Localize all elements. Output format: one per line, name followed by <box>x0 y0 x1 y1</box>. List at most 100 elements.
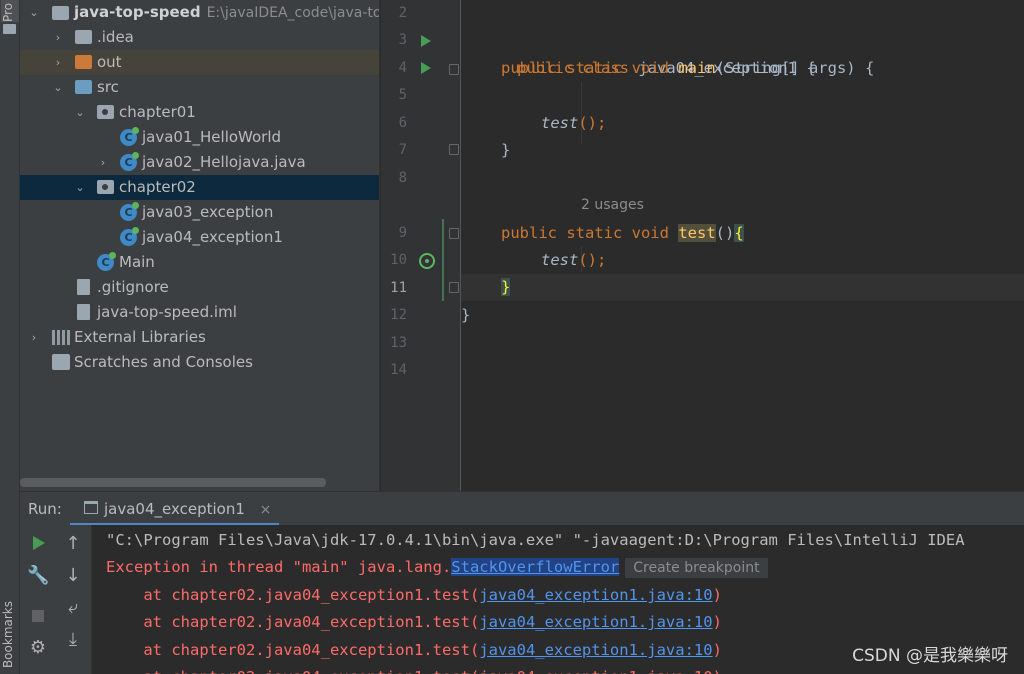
chevron-down-icon[interactable]: ⌄ <box>52 75 64 100</box>
code-line-4: public static void main(String[] args) { <box>461 55 1024 82</box>
package-icon <box>97 180 114 194</box>
chevron-right-icon[interactable]: › <box>28 325 40 350</box>
tree-item-label: src <box>97 78 119 96</box>
stack-trace-line: at chapter02.java04_exception1.test(java… <box>106 609 722 636</box>
tree-item-iml[interactable]: java-top-speed.iml <box>20 300 379 325</box>
method-call: test <box>541 251 579 269</box>
fold-icon[interactable] <box>449 144 459 155</box>
stack-trace-text: at chapter02.java04_exception1.test( <box>106 586 480 604</box>
tree-item-root[interactable]: ⌄ java-top-speed E:\javaIDEA_code\java-to… <box>20 0 379 25</box>
run-tab-label: java04_exception1 <box>104 500 245 518</box>
arrow-up-icon[interactable]: ↑ <box>62 533 84 555</box>
java-class-icon <box>120 127 139 146</box>
bookmarks-tool-tab[interactable]: Bookmarks <box>1 601 15 668</box>
recursive-call-icon[interactable] <box>419 253 435 269</box>
tree-item-gitignore[interactable]: .gitignore <box>20 275 379 300</box>
tree-item-label: java01_HelloWorld <box>142 128 282 146</box>
fold-icon[interactable] <box>449 282 459 293</box>
code-line-11-current: } <box>461 274 1024 301</box>
code-text: (); <box>578 251 607 269</box>
source-link[interactable]: java04_exception1.java:10 <box>479 586 712 604</box>
package-icon <box>97 105 114 119</box>
code-line-3: public class java04_exception1 { <box>461 28 1024 77</box>
line-number: 4 <box>398 60 407 76</box>
scroll-to-end-icon[interactable]: ⤓ <box>62 629 84 651</box>
tree-item-src[interactable]: ⌄ src <box>20 75 379 100</box>
arrow-down-icon[interactable]: ↓ <box>62 565 84 587</box>
tree-item-java03[interactable]: java03_exception <box>20 200 379 225</box>
fold-icon[interactable] <box>449 64 459 75</box>
wrench-icon[interactable]: 🔧 <box>27 565 49 587</box>
code-editor[interactable]: 2 3 4 5 6 7 8 9 10 11 12 13 14 public cl… <box>381 0 1024 491</box>
project-folder-icon[interactable] <box>3 24 16 34</box>
editor-gutter[interactable]: 2 3 4 5 6 7 8 9 10 11 12 13 14 <box>381 0 461 491</box>
bug-icon[interactable]: ⚙ <box>27 637 49 659</box>
code-line-9: public static void test(){ <box>461 220 1024 247</box>
tree-item-java01[interactable]: java01_HelloWorld <box>20 125 379 150</box>
code-text: } <box>461 306 471 324</box>
chevron-right-icon[interactable]: › <box>97 150 109 175</box>
chevron-down-icon[interactable]: ⌄ <box>74 175 86 200</box>
create-breakpoint-hint[interactable]: Create breakpoint <box>625 558 768 578</box>
usages-hint[interactable]: 2 usages <box>581 197 644 213</box>
run-main-icon[interactable] <box>421 62 431 74</box>
keyword: public static void <box>501 59 669 77</box>
tree-item-scratches[interactable]: Scratches and Consoles <box>20 350 379 375</box>
run-tab[interactable]: java04_exception1 × <box>70 492 280 526</box>
chevron-down-icon[interactable]: ⌄ <box>74 100 86 125</box>
tree-item-external-libraries[interactable]: › External Libraries <box>20 325 379 350</box>
tree-item-chapter01[interactable]: ⌄ chapter01 <box>20 100 379 125</box>
stack-trace-text: at chapter02.java04_exception1.test( <box>106 613 480 631</box>
code-text: } <box>501 141 511 159</box>
code-area[interactable]: public class java04_exception1 { public … <box>461 0 1024 491</box>
line-number: 2 <box>398 5 407 21</box>
stack-trace-line: at chapter02.java04_exception1.test(java… <box>106 582 722 609</box>
folder-icon <box>52 6 69 20</box>
exception-class-link[interactable]: StackOverflowError <box>451 558 620 576</box>
source-link[interactable]: java04_exception1.java:10 <box>479 613 712 631</box>
matched-brace: } <box>501 278 511 296</box>
chevron-right-icon[interactable]: › <box>52 50 64 75</box>
tree-item-chapter02[interactable]: ⌄ chapter02 <box>20 175 379 200</box>
tree-item-label: java04_exception1 <box>142 228 283 246</box>
chevron-down-icon[interactable]: ⌄ <box>28 0 40 25</box>
line-number: 13 <box>390 335 407 351</box>
tree-item-label: Scratches and Consoles <box>74 353 253 371</box>
tree-item-label: .gitignore <box>97 278 169 296</box>
line-number: 9 <box>398 225 407 241</box>
excluded-folder-icon <box>75 55 92 69</box>
console-exception-line: Exception in thread "main" java.lang.Sta… <box>106 554 768 581</box>
run-panel-header: Run: java04_exception1 × <box>20 491 1024 526</box>
fold-icon[interactable] <box>449 228 459 239</box>
module-file-icon <box>77 304 90 320</box>
tree-item-java04[interactable]: java04_exception1 <box>20 225 379 250</box>
scratches-icon <box>52 354 70 370</box>
vcs-change-marker[interactable] <box>442 219 444 301</box>
libraries-icon <box>52 330 70 345</box>
java-class-icon <box>120 202 139 221</box>
tree-item-idea[interactable]: › .idea <box>20 25 379 50</box>
chevron-right-icon[interactable]: › <box>52 25 64 50</box>
project-tool-tab[interactable]: Pro <box>1 0 19 22</box>
stop-icon[interactable] <box>32 610 44 622</box>
stack-trace-text: at chapter02.java04_exception1.test( <box>106 641 480 659</box>
console-command-line: "C:\Program Files\Java\jdk-17.0.4.1\bin\… <box>106 531 965 549</box>
rerun-icon[interactable] <box>33 536 45 550</box>
tree-item-out[interactable]: › out <box>20 50 379 75</box>
run-label: Run: <box>28 500 62 518</box>
tree-item-main[interactable]: Main <box>20 250 379 275</box>
source-link[interactable]: java04_exception1.java:10 <box>479 641 712 659</box>
run-class-icon[interactable] <box>421 35 431 47</box>
watermark: CSDN @是我樂樂呀 <box>852 646 1008 666</box>
run-toolbar: ↑ 🔧 ↓ ⤶ ⤓ ⚙ <box>20 525 92 674</box>
soft-wrap-icon[interactable]: ⤶ <box>62 597 84 619</box>
code-line-7: } <box>461 137 1024 164</box>
console-icon <box>84 501 98 514</box>
line-number: 12 <box>390 307 407 323</box>
close-icon[interactable]: × <box>260 502 272 518</box>
horizontal-scrollbar[interactable] <box>20 478 326 487</box>
tree-item-label: chapter01 <box>119 103 196 121</box>
tree-item-java02[interactable]: › java02_Hellojava.java <box>20 150 379 175</box>
method-name: test <box>678 224 716 242</box>
method-name: main <box>678 59 716 77</box>
